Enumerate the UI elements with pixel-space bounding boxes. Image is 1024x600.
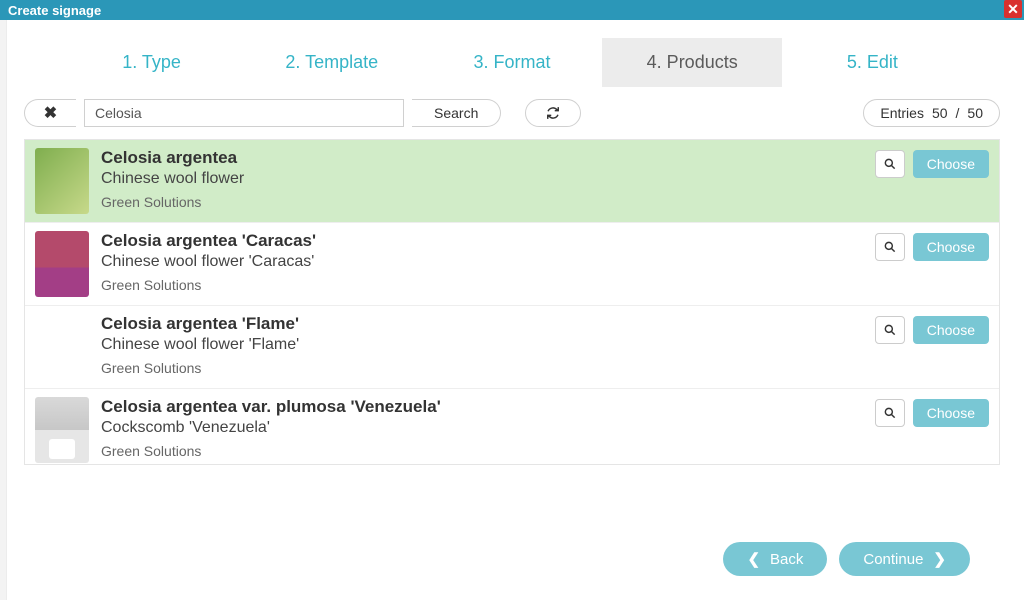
row-actions: Choose: [875, 314, 989, 344]
row-actions: Choose: [875, 148, 989, 178]
wizard-stepper: 1. Type 2. Template 3. Format 4. Product…: [61, 38, 962, 87]
view-button[interactable]: [875, 316, 905, 344]
continue-button[interactable]: Continue ❯: [839, 542, 970, 576]
product-title: Celosia argentea var. plumosa 'Venezuela…: [101, 397, 863, 417]
product-thumbnail: [35, 314, 89, 380]
product-info: Celosia argentea Chinese wool flower Green…: [101, 148, 863, 210]
left-gutter: [0, 20, 7, 600]
window-title: Create signage: [8, 3, 101, 18]
entries-indicator: Entries 50 / 50: [863, 99, 1000, 127]
results-list: Celosia argentea Chinese wool flower Green…: [24, 139, 1000, 465]
entries-total: 50: [967, 105, 983, 121]
list-item[interactable]: Celosia argentea 'Caracas' Chinese wool f…: [25, 223, 999, 306]
chevron-left-icon: ❮: [747, 550, 760, 568]
product-subtitle: Chinese wool flower 'Flame': [101, 336, 863, 354]
step-format[interactable]: 3. Format: [422, 38, 602, 87]
row-actions: Choose: [875, 231, 989, 261]
step-products[interactable]: 4. Products: [602, 38, 782, 87]
back-button[interactable]: ❮ Back: [723, 542, 827, 576]
results-scroll[interactable]: Celosia argentea Chinese wool flower Green…: [25, 140, 999, 464]
choose-button[interactable]: Choose: [913, 399, 989, 427]
product-vendor: Green Solutions: [101, 360, 863, 376]
product-title: Celosia argentea 'Flame': [101, 314, 863, 334]
entries-separator: /: [956, 105, 960, 121]
search-toolbar: ✖ Search Entries 50 / 50: [0, 87, 1024, 135]
clear-search-button[interactable]: ✖: [24, 99, 76, 127]
view-button[interactable]: [875, 399, 905, 427]
row-actions: Choose: [875, 397, 989, 427]
list-item[interactable]: Celosia argentea 'Flame' Chinese wool flo…: [25, 306, 999, 389]
product-title: Celosia argentea 'Caracas': [101, 231, 863, 251]
back-label: Back: [770, 551, 803, 568]
step-type[interactable]: 1. Type: [61, 38, 241, 87]
search-button[interactable]: Search: [412, 99, 501, 127]
search-icon: [883, 157, 897, 171]
product-vendor: Green Solutions: [101, 194, 863, 210]
search-input[interactable]: [84, 99, 404, 127]
close-icon[interactable]: ✕: [1004, 0, 1022, 18]
search-icon: [883, 240, 897, 254]
choose-button[interactable]: Choose: [913, 316, 989, 344]
step-template[interactable]: 2. Template: [242, 38, 422, 87]
chevron-right-icon: ❯: [933, 550, 946, 568]
list-item[interactable]: Celosia argentea var. plumosa 'Venezuela…: [25, 389, 999, 464]
refresh-button[interactable]: [525, 99, 581, 127]
refresh-icon: [546, 106, 560, 120]
list-item[interactable]: Celosia argentea Chinese wool flower Green…: [25, 140, 999, 223]
product-subtitle: Chinese wool flower 'Caracas': [101, 253, 863, 271]
search-icon: [883, 406, 897, 420]
entries-label: Entries: [880, 105, 924, 121]
search-icon: [883, 323, 897, 337]
product-vendor: Green Solutions: [101, 277, 863, 293]
product-thumbnail: [35, 231, 89, 297]
view-button[interactable]: [875, 233, 905, 261]
wizard-footer: ❮ Back Continue ❯: [723, 542, 970, 576]
choose-button[interactable]: Choose: [913, 233, 989, 261]
choose-button[interactable]: Choose: [913, 150, 989, 178]
product-thumbnail: [35, 397, 89, 463]
product-thumbnail: [35, 148, 89, 214]
view-button[interactable]: [875, 150, 905, 178]
product-subtitle: Chinese wool flower: [101, 170, 863, 188]
product-info: Celosia argentea 'Caracas' Chinese wool f…: [101, 231, 863, 293]
product-info: Celosia argentea 'Flame' Chinese wool flo…: [101, 314, 863, 376]
product-subtitle: Cockscomb 'Venezuela': [101, 419, 863, 437]
product-info: Celosia argentea var. plumosa 'Venezuela…: [101, 397, 863, 459]
continue-label: Continue: [863, 551, 923, 568]
title-bar: Create signage ✕: [0, 0, 1024, 20]
product-title: Celosia argentea: [101, 148, 863, 168]
product-vendor: Green Solutions: [101, 443, 863, 459]
entries-shown: 50: [932, 105, 948, 121]
step-edit[interactable]: 5. Edit: [782, 38, 962, 87]
